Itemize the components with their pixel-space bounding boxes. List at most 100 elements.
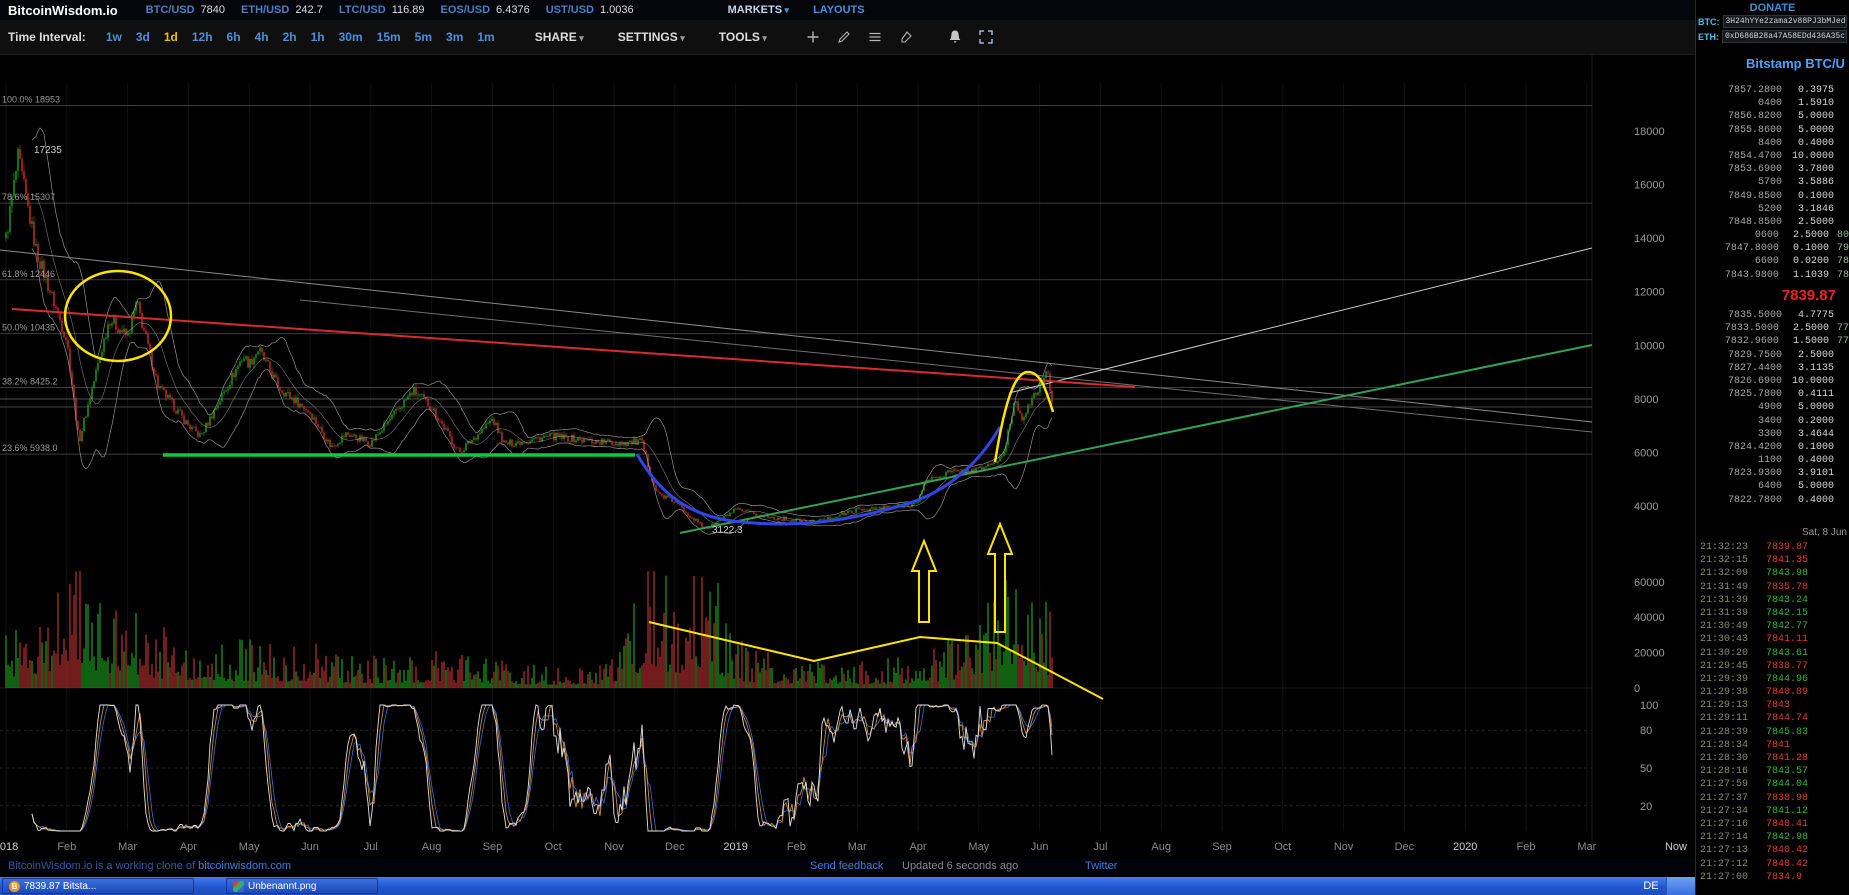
volume-axis-label: 40000 <box>1634 612 1665 624</box>
volume-axis-label: 20000 <box>1634 648 1665 660</box>
interval-12h[interactable]: 12h <box>186 28 219 46</box>
red-trendline[interactable] <box>12 309 1135 387</box>
tools-menu[interactable]: TOOLS <box>719 30 767 44</box>
interval-5m[interactable]: 5m <box>409 28 438 46</box>
ask-row: 7847.80000.100079 <box>1696 242 1849 255</box>
logo[interactable]: BitcoinWisdom.io <box>8 3 118 18</box>
trade-row: 21:27:147842.98 <box>1696 831 1849 844</box>
time-axis-label: Jul <box>1093 841 1107 853</box>
markets-label: MARKETS <box>728 4 782 16</box>
layouts-menu[interactable]: LAYOUTS <box>813 4 865 16</box>
trade-row: 21:27:347841.12 <box>1696 805 1849 818</box>
fib-label: 50.0% 10435 <box>2 323 55 333</box>
taskbar-item-bitstamp[interactable]: B 7839.87 Bitsta... <box>2 878 194 894</box>
eth-address[interactable]: 0xD686B28a47A58EDd436A35cf5eb5A4c3 <box>1722 30 1847 43</box>
interval-1w[interactable]: 1w <box>100 28 128 46</box>
interval-1d[interactable]: 1d <box>158 28 184 46</box>
donate-title[interactable]: DONATE <box>1696 0 1849 14</box>
fib-label: 38.2% 8425.2 <box>2 376 58 386</box>
ticker-eos-usd[interactable]: EOS/USD6.4376 <box>441 4 530 16</box>
btc-address[interactable]: 3H24hYYe2zama2v88PJ3bMJedLRoo1gE <box>1723 15 1848 28</box>
bid-row: 7829.75002.5000 <box>1696 349 1849 362</box>
ticker-ltc-usd[interactable]: LTC/USD116.89 <box>339 4 425 16</box>
interval-3m[interactable]: 3m <box>440 28 469 46</box>
interval-1m[interactable]: 1m <box>471 28 500 46</box>
eth-label: ETH: <box>1698 32 1719 42</box>
twitter-link[interactable]: Twitter <box>1085 860 1117 872</box>
time-axis-label: Jun <box>1031 841 1049 853</box>
clone-link[interactable]: bitcoinwisdom.com <box>198 860 291 872</box>
fib-label: 23.6% 5938.0 <box>2 443 58 453</box>
ask-row: 06002.500080 <box>1696 229 1849 242</box>
time-axis-label: Nov <box>1334 841 1354 853</box>
drawing-toolbar <box>805 29 994 45</box>
clone-notice: BitcoinWisdom.io is a working clone of b… <box>8 860 291 872</box>
time-axis-label: Sep <box>483 841 503 853</box>
time-axis-label: Aug <box>1151 841 1171 853</box>
time-axis-label: Feb <box>1517 841 1536 853</box>
ticker-ust-usd[interactable]: UST/USD1.0036 <box>546 4 634 16</box>
time-axis-label: Jul <box>364 841 378 853</box>
trade-row: 21:31:497835.78 <box>1696 581 1849 594</box>
bid-row: 7825.78000.4111 <box>1696 388 1849 401</box>
trade-row: 21:31:397843.24 <box>1696 594 1849 607</box>
order-book-asks: 7857.28000.397504001.59107856.82005.0000… <box>1696 84 1849 282</box>
language-indicator[interactable]: DE <box>1638 878 1664 894</box>
time-interval-label: Time Interval: <box>8 30 86 44</box>
trade-row: 21:29:387840.89 <box>1696 686 1849 699</box>
interval-buttons: 1w3d1d12h6h4h2h1h30m15m5m3m1m <box>100 28 501 46</box>
time-axis-label: Mar <box>1577 841 1596 853</box>
interval-1h[interactable]: 1h <box>305 28 331 46</box>
trade-row: 21:28:167843.57 <box>1696 765 1849 778</box>
price-chart[interactable]: 100.0% 1895378.6% 1530761.8% 1244650.0% … <box>0 55 1695 858</box>
bid-row: 49005.0000 <box>1696 401 1849 414</box>
tools-label: TOOLS <box>719 30 760 44</box>
interval-2h[interactable]: 2h <box>277 28 303 46</box>
interval-30m[interactable]: 30m <box>333 28 369 46</box>
time-axis-label: Mar <box>848 841 867 853</box>
yellow-arrow-1[interactable] <box>912 541 936 622</box>
add-indicator-icon[interactable] <box>805 29 821 45</box>
settings-menu[interactable]: SETTINGS <box>618 30 685 44</box>
taskbar-item-image[interactable]: Unbenannt.png <box>226 878 378 894</box>
interval-6h[interactable]: 6h <box>221 28 247 46</box>
drawings-list-icon[interactable] <box>867 29 883 45</box>
ticker-eth-usd[interactable]: ETH/USD242.7 <box>241 4 323 16</box>
order-book-bids: 7835.50004.77757833.50002.5000777832.960… <box>1696 309 1849 507</box>
market-title[interactable]: Bitstamp BTC/U <box>1746 56 1845 71</box>
time-axis-label: Oct <box>545 841 562 853</box>
interval-4h[interactable]: 4h <box>249 28 275 46</box>
last-price: 7839.87 <box>1696 287 1836 304</box>
ask-row: 04001.5910 <box>1696 97 1849 110</box>
price-axis-label: 16000 <box>1634 180 1665 192</box>
lower-band <box>32 248 1052 534</box>
fib-label: 100.0% 18953 <box>2 94 60 104</box>
brush-icon[interactable] <box>898 29 914 45</box>
alert-bell-icon[interactable] <box>947 29 963 45</box>
trade-row: 21:29:137843 <box>1696 699 1849 712</box>
time-axis-label: Apr <box>180 841 197 853</box>
gray-fanline-2[interactable] <box>300 300 1592 432</box>
white-rising-line[interactable] <box>1009 248 1592 393</box>
osc-axis-label: 80 <box>1640 725 1652 737</box>
bid-row: 7823.93003.9101 <box>1696 467 1849 480</box>
candles-layer <box>5 145 1052 529</box>
interval-3d[interactable]: 3d <box>130 28 156 46</box>
pencil-icon[interactable] <box>836 29 852 45</box>
feedback-link[interactable]: Send feedback <box>810 860 883 872</box>
bid-row: 7822.78000.4000 <box>1696 494 1849 507</box>
taskbar-item-label: Unbenannt.png <box>248 881 316 892</box>
markets-menu[interactable]: MARKETS <box>728 4 789 16</box>
time-axis-label: Feb <box>57 841 76 853</box>
toolbar: Time Interval: 1w3d1d12h6h4h2h1h30m15m5m… <box>0 20 1695 55</box>
interval-15m[interactable]: 15m <box>371 28 407 46</box>
time-axis-label: 2020 <box>1453 841 1477 853</box>
ask-row: 57003.5886 <box>1696 176 1849 189</box>
ask-row: 7854.470010.0000 <box>1696 150 1849 163</box>
ask-row: 52003.1846 <box>1696 203 1849 216</box>
share-menu[interactable]: SHARE <box>535 30 584 44</box>
price-axis-label: 6000 <box>1634 447 1658 459</box>
ticker-btc-usd[interactable]: BTC/USD7840 <box>146 4 225 16</box>
fullscreen-icon[interactable] <box>978 29 994 45</box>
mid-band <box>32 194 1052 524</box>
